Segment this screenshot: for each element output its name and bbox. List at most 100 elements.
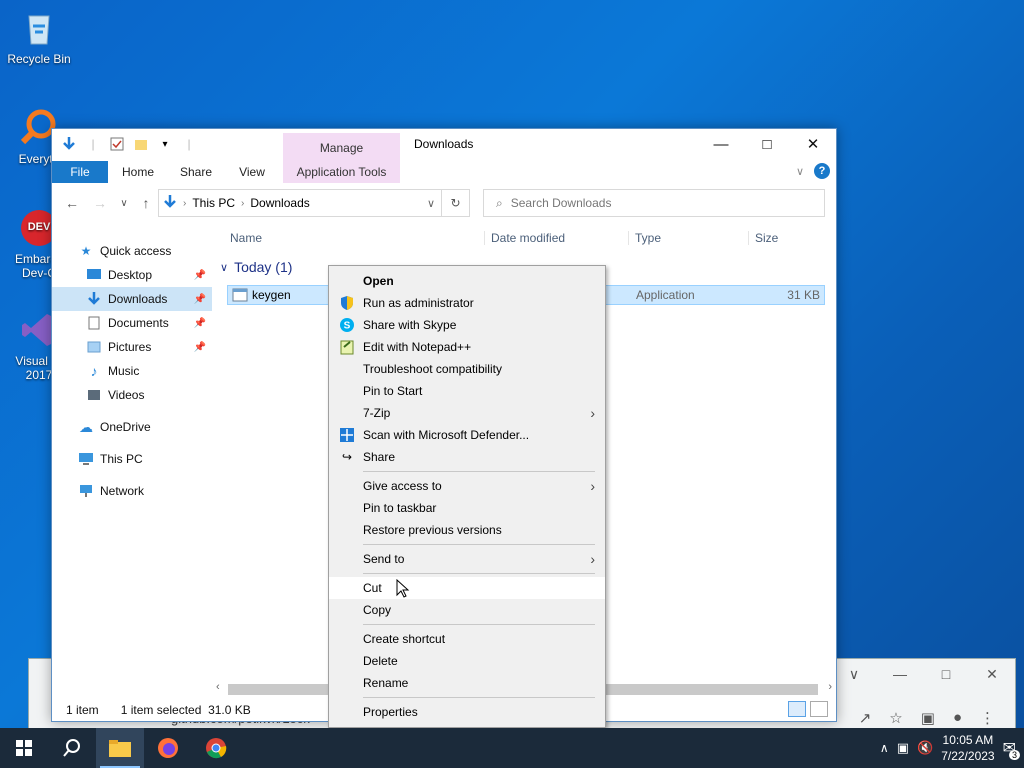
maximize-icon[interactable]: □ bbox=[923, 659, 969, 689]
menu-item-label: Open bbox=[363, 274, 394, 288]
sidebar-item-music[interactable]: ♪ Music bbox=[52, 359, 212, 383]
tab-share[interactable]: Share bbox=[172, 161, 220, 183]
search-button[interactable] bbox=[48, 728, 96, 768]
menu-item-share-skype[interactable]: S Share with Skype bbox=[329, 314, 605, 336]
refresh-button[interactable]: ↻ bbox=[442, 189, 470, 217]
customize-qat-icon[interactable]: ▾ bbox=[156, 135, 174, 153]
chevron-right-icon: › bbox=[590, 551, 595, 567]
column-name[interactable]: Name bbox=[230, 231, 262, 245]
forward-arrow-icon[interactable]: → bbox=[90, 193, 110, 213]
taskbar-firefox[interactable] bbox=[144, 728, 192, 768]
column-size[interactable]: Size bbox=[748, 231, 778, 245]
group-header-label: Today (1) bbox=[234, 259, 293, 275]
sidebar-item-label: OneDrive bbox=[100, 420, 151, 434]
menu-item-label: Rename bbox=[363, 676, 409, 690]
address-bar[interactable]: › This PC › Downloads ∨ bbox=[158, 189, 442, 217]
menu-item-7zip[interactable]: 7-Zip › bbox=[329, 402, 605, 424]
tab-home[interactable]: Home bbox=[114, 161, 162, 183]
menu-item-properties[interactable]: Properties bbox=[329, 701, 605, 723]
sidebar-item-quick-access[interactable]: ★ Quick access bbox=[52, 239, 212, 263]
desktop-icon-recycle-bin[interactable]: Recycle Bin bbox=[0, 8, 78, 66]
sidebar-item-pictures[interactable]: Pictures 📌 bbox=[52, 335, 212, 359]
file-name: keygen bbox=[252, 288, 291, 302]
scroll-right-icon[interactable]: › bbox=[828, 681, 832, 693]
menu-item-label: Restore previous versions bbox=[363, 523, 502, 537]
scroll-left-icon[interactable]: ‹ bbox=[216, 681, 220, 693]
tab-file[interactable]: File bbox=[52, 161, 108, 183]
address-dropdown-icon[interactable]: ∨ bbox=[427, 197, 435, 210]
recent-locations-icon[interactable]: ∨ bbox=[114, 193, 134, 213]
search-input[interactable]: ⌕ Search Downloads bbox=[483, 189, 825, 217]
sidebar-item-label: Desktop bbox=[108, 268, 153, 282]
column-date-modified[interactable]: Date modified bbox=[484, 231, 565, 245]
taskbar-chrome[interactable] bbox=[192, 728, 240, 768]
sidebar-item-desktop[interactable]: Desktop 📌 bbox=[52, 263, 212, 287]
new-folder-icon[interactable] bbox=[132, 135, 150, 153]
menu-item-pin-to-start[interactable]: Pin to Start bbox=[329, 380, 605, 402]
menu-item-share[interactable]: ↪ Share bbox=[329, 446, 605, 468]
sidebar-item-documents[interactable]: Documents 📌 bbox=[52, 311, 212, 335]
sidepanel-icon[interactable]: ▣ bbox=[921, 709, 935, 727]
computer-icon bbox=[78, 451, 94, 467]
back-arrow-icon[interactable]: ← bbox=[62, 193, 82, 213]
menu-item-copy[interactable]: Copy bbox=[329, 599, 605, 621]
menu-item-pin-to-taskbar[interactable]: Pin to taskbar bbox=[329, 497, 605, 519]
film-icon bbox=[86, 387, 102, 403]
taskbar-file-explorer[interactable] bbox=[96, 728, 144, 768]
menu-dots-icon[interactable]: ⋮ bbox=[980, 709, 995, 727]
title-bar[interactable]: | ▾ | Manage Application Tools Downloads… bbox=[52, 129, 836, 183]
breadcrumb-downloads[interactable]: Downloads bbox=[250, 196, 309, 210]
menu-item-notepadpp[interactable]: Edit with Notepad++ bbox=[329, 336, 605, 358]
menu-item-create-shortcut[interactable]: Create shortcut bbox=[329, 628, 605, 650]
menu-item-scan-defender[interactable]: Scan with Microsoft Defender... bbox=[329, 424, 605, 446]
details-view-icon[interactable] bbox=[788, 701, 806, 717]
network-icon[interactable]: ▣ bbox=[897, 740, 909, 756]
sidebar-item-videos[interactable]: Videos bbox=[52, 383, 212, 407]
star-icon[interactable]: ☆ bbox=[889, 709, 902, 727]
close-button[interactable]: ✕ bbox=[790, 129, 836, 159]
start-button[interactable] bbox=[0, 728, 48, 768]
share-icon[interactable]: ↗ bbox=[859, 709, 872, 727]
download-arrow-icon[interactable] bbox=[60, 135, 78, 153]
window-title: Downloads bbox=[414, 137, 474, 151]
close-icon[interactable]: ✕ bbox=[969, 659, 1015, 689]
menu-item-restore-versions[interactable]: Restore previous versions bbox=[329, 519, 605, 541]
sidebar-item-network[interactable]: Network bbox=[52, 479, 212, 503]
clock[interactable]: 10:05 AM 7/22/2023 bbox=[941, 732, 994, 764]
breadcrumb-this-pc[interactable]: This PC bbox=[192, 196, 235, 210]
clock-date: 7/22/2023 bbox=[941, 749, 995, 763]
profile-icon[interactable]: ● bbox=[953, 709, 962, 727]
properties-icon[interactable] bbox=[108, 135, 126, 153]
cloud-icon: ☁ bbox=[79, 418, 93, 435]
sidebar-item-this-pc[interactable]: This PC bbox=[52, 447, 212, 471]
menu-separator bbox=[363, 697, 595, 698]
sidebar-item-onedrive[interactable]: ☁ OneDrive bbox=[52, 415, 212, 439]
up-arrow-icon[interactable]: ↑ bbox=[136, 193, 156, 213]
notifications-icon[interactable]: ✉ 3 bbox=[1003, 738, 1020, 760]
column-type[interactable]: Type bbox=[628, 231, 661, 245]
menu-item-send-to[interactable]: Send to › bbox=[329, 548, 605, 570]
sidebar-item-downloads[interactable]: Downloads 📌 bbox=[52, 287, 212, 311]
menu-item-cut[interactable]: Cut bbox=[329, 577, 605, 599]
minimize-icon[interactable]: — bbox=[877, 659, 923, 689]
clock-time: 10:05 AM bbox=[942, 733, 994, 747]
tab-view[interactable]: View bbox=[228, 161, 276, 183]
menu-item-delete[interactable]: Delete bbox=[329, 650, 605, 672]
menu-item-run-as-admin[interactable]: Run as administrator bbox=[329, 292, 605, 314]
menu-separator bbox=[363, 624, 595, 625]
large-icons-view-icon[interactable] bbox=[810, 701, 828, 717]
maximize-button[interactable]: □ bbox=[744, 129, 790, 159]
volume-muted-icon[interactable]: 🔇 bbox=[917, 740, 933, 756]
search-icon: ⌕ bbox=[496, 195, 503, 210]
chevron-up-icon[interactable]: ∧ bbox=[880, 741, 889, 755]
file-size: 31 KB bbox=[787, 288, 820, 302]
expand-ribbon-icon[interactable]: ∨ bbox=[796, 165, 804, 178]
help-icon[interactable]: ? bbox=[814, 163, 830, 179]
chevron-down-icon[interactable]: ∨ bbox=[831, 659, 877, 689]
menu-item-rename[interactable]: Rename bbox=[329, 672, 605, 694]
menu-item-open[interactable]: Open bbox=[329, 270, 605, 292]
menu-item-troubleshoot[interactable]: Troubleshoot compatibility bbox=[329, 358, 605, 380]
menu-item-give-access[interactable]: Give access to › bbox=[329, 475, 605, 497]
group-header[interactable]: ∨ Today (1) bbox=[220, 259, 292, 275]
minimize-button[interactable]: — bbox=[698, 129, 744, 159]
